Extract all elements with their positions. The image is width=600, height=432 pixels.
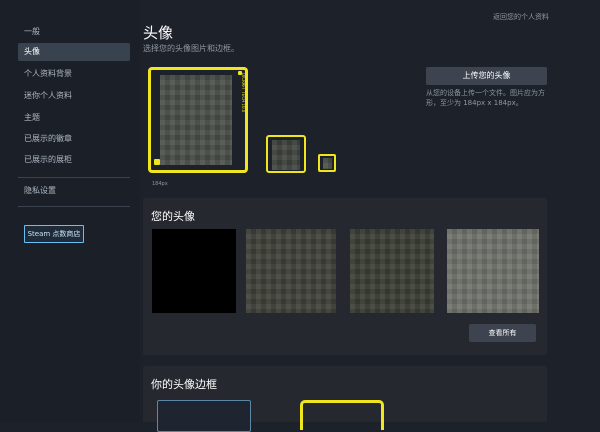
avatar-thumbnail[interactable] bbox=[447, 229, 539, 313]
your-frames-title: 你的头像边框 bbox=[151, 378, 217, 391]
avatar-size-label: 184px bbox=[152, 181, 168, 187]
points-shop-button[interactable]: Steam 点数商店 bbox=[24, 225, 84, 243]
sidebar-item-theme[interactable]: 主题 bbox=[18, 109, 130, 127]
avatar-preview-small bbox=[318, 154, 336, 172]
frame-ornament bbox=[154, 159, 160, 165]
avatar-thumbnail[interactable] bbox=[350, 229, 434, 313]
your-avatars-panel: 您的头像 查看所有 bbox=[143, 198, 547, 355]
avatar-preview-large: DICRAFT TECH 10.0 bbox=[148, 67, 248, 173]
page-subtitle: 选择您的头像图片和边框。 bbox=[143, 44, 239, 53]
page-title: 头像 bbox=[143, 24, 174, 42]
sidebar-item-general[interactable]: 一般 bbox=[18, 23, 130, 41]
sidebar-item-profile-background[interactable]: 个人资料背景 bbox=[18, 65, 130, 83]
avatar-image bbox=[272, 140, 300, 170]
back-to-profile-link[interactable]: 返回您的个人资料 bbox=[493, 12, 549, 22]
frame-tag-text: DICRAFT TECH 10.0 bbox=[241, 73, 246, 113]
avatar-preview-medium bbox=[266, 135, 306, 173]
avatar-image bbox=[323, 158, 332, 169]
view-all-button[interactable]: 查看所有 bbox=[469, 324, 536, 342]
sidebar-item-mini-profile[interactable]: 迷你个人资料 bbox=[18, 87, 130, 105]
sidebar-item-privacy[interactable]: 隐私设置 bbox=[18, 182, 130, 200]
no-frame-option[interactable] bbox=[157, 400, 251, 432]
sidebar-divider bbox=[18, 177, 130, 178]
sidebar: 一般 头像 个人资料背景 迷你个人资料 主题 已展示的徽章 已展示的展柜 隐私设… bbox=[0, 0, 140, 422]
sidebar-item-badges[interactable]: 已展示的徽章 bbox=[18, 130, 130, 148]
frame-ornament bbox=[238, 71, 242, 75]
avatar-thumbnail[interactable] bbox=[246, 229, 336, 313]
sidebar-item-avatar[interactable]: 头像 bbox=[18, 43, 130, 61]
your-frames-panel: 你的头像边框 bbox=[143, 366, 547, 432]
upload-hint: 从您的设备上传一个文件。图片应为方形，至少为 184px x 184px。 bbox=[426, 89, 545, 107]
upload-avatar-button[interactable]: 上传您的头像 bbox=[426, 67, 547, 85]
sidebar-divider bbox=[18, 206, 130, 207]
avatar-thumbnail[interactable] bbox=[152, 229, 236, 313]
avatar-frame bbox=[148, 67, 248, 173]
sidebar-item-showcases[interactable]: 已展示的展柜 bbox=[18, 151, 130, 169]
your-avatars-title: 您的头像 bbox=[151, 210, 195, 223]
frame-option[interactable] bbox=[300, 400, 384, 430]
